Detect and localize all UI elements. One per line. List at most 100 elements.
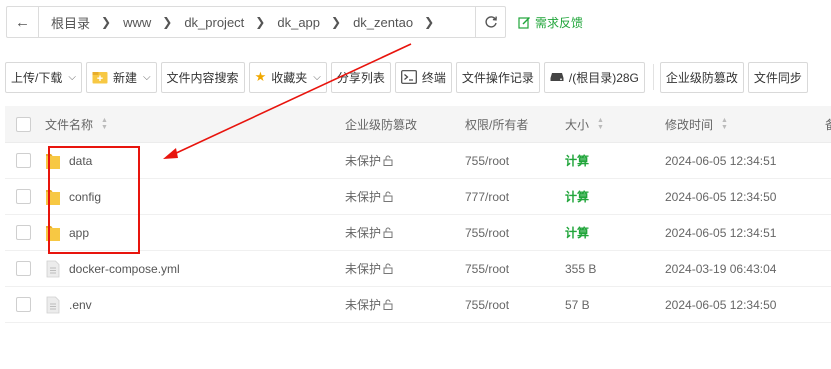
chevron-right-icon: ❯ xyxy=(331,15,342,29)
sort-icon: ▲ ▼ xyxy=(101,117,108,131)
file-name[interactable]: .env xyxy=(69,298,92,312)
mtime-value: 2024-03-19 06:43:04 xyxy=(665,261,777,276)
breadcrumb-item-dk-project[interactable]: dk_project xyxy=(182,15,246,30)
file-icon xyxy=(45,260,61,278)
file-name[interactable]: docker-compose.yml xyxy=(69,262,180,276)
size-cell: 计算 xyxy=(565,188,665,205)
back-button[interactable]: ← xyxy=(7,7,39,37)
file-name-cell[interactable]: docker-compose.yml xyxy=(41,260,345,278)
mtime-value: 2024-06-05 12:34:50 xyxy=(665,189,777,204)
upload-download-label: 上传/下载 xyxy=(11,70,63,85)
header-mtime[interactable]: 修改时间 ▲ ▼ xyxy=(665,116,825,133)
mtime-cell: 2024-06-05 12:34:51 xyxy=(665,154,825,168)
terminal-button[interactable]: 终端 xyxy=(394,61,452,93)
edit-icon xyxy=(518,16,530,29)
row-checkbox[interactable] xyxy=(15,225,31,240)
op-log-label: 文件操作记录 xyxy=(461,70,534,85)
content-search-label: 文件内容搜索 xyxy=(166,70,239,85)
table-row[interactable]: .env 未保护 755/root 57 B 2024-06-05 12:34:… xyxy=(5,287,831,323)
protect-cell[interactable]: 未保护 xyxy=(345,296,465,313)
refresh-button[interactable] xyxy=(475,7,505,37)
toolbar-divider xyxy=(652,64,654,90)
header-extra: 备 xyxy=(825,116,831,133)
size-cell: 57 B xyxy=(565,298,665,312)
row-checkbox[interactable] xyxy=(15,189,31,204)
chevron-right-icon: ❯ xyxy=(424,15,435,29)
protect-status: 未保护 xyxy=(345,154,382,168)
breadcrumb-item-root[interactable]: 根目录 xyxy=(49,13,92,32)
header-size[interactable]: 大小 ▲ ▼ xyxy=(565,116,665,133)
chevron-right-icon: ❯ xyxy=(162,15,173,29)
tamper-protect-button[interactable]: 企业级防篡改 xyxy=(659,61,744,93)
refresh-icon xyxy=(484,16,497,28)
mtime-cell: 2024-06-05 12:34:50 xyxy=(665,190,825,204)
chevron-right-icon: ❯ xyxy=(255,15,266,29)
breadcrumb-item-dk-zentao[interactable]: dk_zentao xyxy=(351,15,415,30)
protect-status: 未保护 xyxy=(345,298,382,312)
calc-size-link[interactable]: 计算 xyxy=(565,188,589,205)
breadcrumb-item-dk-app[interactable]: dk_app xyxy=(275,15,322,30)
protect-cell[interactable]: 未保护 xyxy=(345,260,465,277)
perm-cell[interactable]: 755/root xyxy=(465,154,565,168)
header-checkbox-cell xyxy=(5,116,41,132)
toolbar: 上传/下载 ⌵ 新建 ⌵ 文件内容搜索 ★ 收藏夹 ⌵ 分享列表 终端 文件操作… xyxy=(5,61,812,93)
path-bar: ← 根目录 ❯ www ❯ dk_project ❯ dk_app ❯ dk_z… xyxy=(6,6,583,38)
table-row[interactable]: docker-compose.yml 未保护 755/root 355 B 20… xyxy=(5,251,831,287)
protect-status: 未保护 xyxy=(345,190,382,204)
perm-cell[interactable]: 755/root xyxy=(465,226,565,240)
protect-cell[interactable]: 未保护 xyxy=(345,188,465,205)
disk-label: /(根目录)28G xyxy=(568,70,639,85)
perm-value: 755/root xyxy=(465,153,510,168)
header-perm-label: 权限/所有者 xyxy=(465,117,529,132)
select-all-checkbox[interactable] xyxy=(15,116,31,132)
unlock-icon xyxy=(383,299,393,310)
mtime-value: 2024-06-05 12:34:51 xyxy=(665,153,777,168)
protect-status: 未保护 xyxy=(345,262,382,276)
tamper-protect-label: 企业级防篡改 xyxy=(665,70,738,85)
favorites-button[interactable]: ★ 收藏夹 ⌵ xyxy=(248,61,327,93)
perm-value: 777/root xyxy=(465,189,510,204)
breadcrumb-item-www[interactable]: www xyxy=(121,15,153,30)
breadcrumb-items: 根目录 ❯ www ❯ dk_project ❯ dk_app ❯ dk_zen… xyxy=(39,7,475,37)
perm-cell[interactable]: 777/root xyxy=(465,190,565,204)
header-protect: 企业级防篡改 xyxy=(345,116,465,133)
upload-download-button[interactable]: 上传/下载 ⌵ xyxy=(5,61,82,93)
perm-value: 755/root xyxy=(465,225,510,240)
protect-cell[interactable]: 未保护 xyxy=(345,224,465,241)
content-search-button[interactable]: 文件内容搜索 xyxy=(160,61,245,93)
protect-cell[interactable]: 未保护 xyxy=(345,152,465,169)
new-button[interactable]: 新建 ⌵ xyxy=(85,61,157,93)
row-checkbox[interactable] xyxy=(15,153,31,168)
calc-size-link[interactable]: 计算 xyxy=(565,152,589,169)
table-header: 文件名称 ▲▼ 企业级防篡改 权限/所有者 大小 ▲▼ 修改时间 ▲▼ 备 xyxy=(5,106,831,143)
file-name-cell[interactable]: .env xyxy=(41,296,345,314)
mtime-cell: 2024-03-19 06:43:04 xyxy=(665,262,825,276)
op-log-button[interactable]: 文件操作记录 xyxy=(455,61,540,93)
disk-button[interactable]: /(根目录)28G xyxy=(543,61,645,93)
calc-size-link[interactable]: 计算 xyxy=(565,224,589,241)
size-cell: 计算 xyxy=(565,224,665,241)
terminal-label: 终端 xyxy=(421,70,446,85)
chevron-down-icon: ⌵ xyxy=(142,71,151,83)
feedback-link[interactable]: 需求反馈 xyxy=(518,14,583,31)
folder-new-icon xyxy=(92,71,108,84)
row-checkbox-cell xyxy=(5,261,41,276)
favorites-label: 收藏夹 xyxy=(271,70,308,85)
perm-cell[interactable]: 755/root xyxy=(465,262,565,276)
row-checkbox-cell xyxy=(5,153,41,168)
unlock-icon xyxy=(383,263,393,274)
unlock-icon xyxy=(383,155,393,166)
header-mtime-label: 修改时间 xyxy=(665,117,714,132)
size-cell: 计算 xyxy=(565,152,665,169)
arrow-left-icon: ← xyxy=(15,13,30,31)
mtime-cell: 2024-06-05 12:34:50 xyxy=(665,298,825,312)
perm-cell[interactable]: 755/root xyxy=(465,298,565,312)
row-checkbox[interactable] xyxy=(15,297,31,312)
file-sync-button[interactable]: 文件同步 xyxy=(747,61,808,93)
share-list-button[interactable]: 分享列表 xyxy=(330,61,391,93)
row-checkbox[interactable] xyxy=(15,261,31,276)
header-name[interactable]: 文件名称 ▲ ▼ xyxy=(41,116,345,133)
new-label: 新建 xyxy=(112,70,137,85)
chevron-right-icon: ❯ xyxy=(101,15,112,29)
protect-status: 未保护 xyxy=(345,226,382,240)
